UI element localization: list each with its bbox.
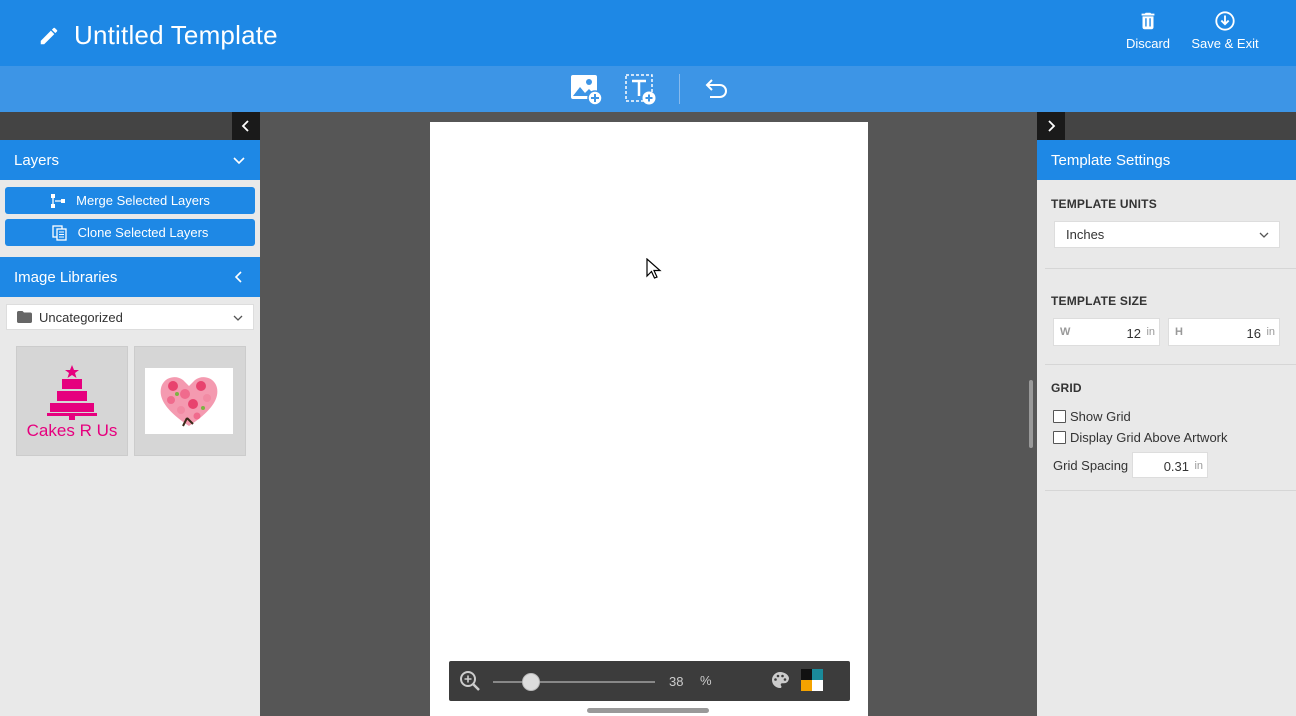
template-units-label: TEMPLATE UNITS <box>1051 197 1157 211</box>
collapse-right-panel-button[interactable] <box>1037 112 1065 140</box>
title-wrap: Untitled Template <box>38 20 278 51</box>
clone-label: Clone Selected Layers <box>77 225 209 240</box>
chevron-down-icon <box>233 315 243 321</box>
app-header: Untitled Template Discard Save & Exit <box>0 0 1296 66</box>
width-field-value: 12 <box>1126 326 1141 341</box>
right-panel-strip <box>1037 112 1296 140</box>
chevron-down-icon <box>233 157 245 165</box>
zoom-slider-handle[interactable] <box>521 673 540 691</box>
layers-header[interactable]: Layers <box>0 140 260 180</box>
vertical-scrollbar[interactable] <box>1029 380 1033 448</box>
zoom-bar: 38 % <box>449 661 850 701</box>
template-settings-title: Template Settings <box>1051 151 1171 169</box>
discard-button[interactable]: Discard <box>1122 10 1174 51</box>
save-exit-button[interactable]: Save & Exit <box>1188 10 1262 51</box>
zoom-slider-track[interactable] <box>493 681 655 683</box>
merge-label: Merge Selected Layers <box>76 193 210 208</box>
save-exit-label: Save & Exit <box>1191 36 1259 51</box>
template-units-select[interactable]: Inches <box>1054 221 1280 248</box>
mouse-cursor-icon <box>646 258 662 279</box>
editor-toolbar <box>0 66 1296 112</box>
image-libraries-header[interactable]: Image Libraries <box>0 257 260 297</box>
layers-title: Layers <box>14 151 60 169</box>
zoom-unit: % <box>700 673 712 688</box>
merge-layers-button[interactable]: Merge Selected Layers <box>5 187 255 214</box>
library-thumbnail-cakes[interactable]: Cakes R Us <box>16 346 128 456</box>
library-select-value: Uncategorized <box>39 309 123 325</box>
merge-icon <box>51 193 66 208</box>
grid-spacing-field[interactable]: 0.31 in <box>1132 452 1208 478</box>
show-grid-checkbox[interactable]: Show Grid <box>1053 409 1131 424</box>
section-divider <box>1045 364 1296 365</box>
show-grid-label: Show Grid <box>1070 409 1131 424</box>
image-libraries-title: Image Libraries <box>14 268 118 286</box>
height-unit: in <box>1266 326 1275 338</box>
download-circle-icon <box>1215 11 1235 31</box>
clone-layers-button[interactable]: Clone Selected Layers <box>5 219 255 246</box>
chevron-left-icon <box>241 120 249 132</box>
template-settings-header: Template Settings <box>1037 140 1296 180</box>
add-text-icon[interactable] <box>623 72 657 106</box>
grid-spacing-value: 0.31 <box>1163 459 1189 474</box>
width-field-label: W <box>1060 326 1071 338</box>
chevron-left-icon <box>234 271 242 283</box>
undo-icon[interactable] <box>698 72 732 106</box>
zoom-value: 38 <box>669 674 684 689</box>
grid-above-artwork-label: Display Grid Above Artwork <box>1070 430 1228 445</box>
chevron-right-icon <box>1048 120 1056 132</box>
palette-icon[interactable] <box>771 671 789 689</box>
add-image-icon[interactable] <box>569 72 603 106</box>
template-size-label: TEMPLATE SIZE <box>1051 294 1148 308</box>
grid-spacing-unit: in <box>1194 460 1203 472</box>
width-field[interactable]: W 12 in <box>1053 318 1160 346</box>
height-field[interactable]: H 16 in <box>1168 318 1280 346</box>
grid-above-artwork-box[interactable] <box>1053 431 1066 444</box>
page-title[interactable]: Untitled Template <box>74 20 278 51</box>
template-canvas[interactable] <box>430 122 868 716</box>
library-thumbnail-heart[interactable] <box>134 346 246 456</box>
discard-label: Discard <box>1125 36 1171 51</box>
section-divider <box>1045 490 1296 491</box>
clone-icon <box>51 224 67 241</box>
chevron-down-icon <box>1259 232 1269 238</box>
left-panel-strip <box>0 112 260 140</box>
grid-spacing-label: Grid Spacing <box>1053 458 1129 473</box>
grid-above-artwork-checkbox[interactable]: Display Grid Above Artwork <box>1053 430 1228 445</box>
left-panel: Layers Merge Selected Layers Clone Selec… <box>0 140 260 716</box>
template-units-value: Inches <box>1066 227 1105 242</box>
width-unit: in <box>1146 326 1155 338</box>
folder-icon <box>17 311 32 323</box>
color-swatch-icon[interactable] <box>801 669 823 691</box>
cake-logo-caption: Cakes R Us <box>26 421 118 440</box>
flower-heart-icon <box>160 377 218 427</box>
pencil-icon[interactable] <box>38 25 60 47</box>
height-field-value: 16 <box>1246 326 1261 341</box>
grid-label: GRID <box>1051 381 1082 395</box>
collapse-left-panel-button[interactable] <box>232 112 260 140</box>
right-panel: Template Settings TEMPLATE UNITS Inches … <box>1037 140 1296 716</box>
show-grid-box[interactable] <box>1053 410 1066 423</box>
cake-logo-icon <box>47 365 97 420</box>
trash-icon <box>1141 12 1155 30</box>
section-divider <box>1045 268 1296 269</box>
horizontal-scrollbar[interactable] <box>587 708 709 713</box>
library-select[interactable]: Uncategorized <box>6 304 254 330</box>
heart-image-frame <box>145 368 233 434</box>
toolbar-divider <box>679 74 680 104</box>
zoom-in-icon[interactable] <box>459 670 481 692</box>
height-field-label: H <box>1175 326 1183 338</box>
